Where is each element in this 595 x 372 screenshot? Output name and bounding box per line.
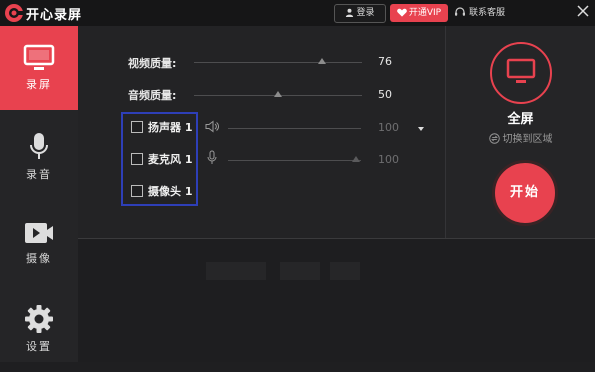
sidebar-item-record-audio[interactable]: 录音	[0, 122, 78, 206]
camera-icon	[25, 223, 53, 243]
sidebar-item-label: 摄像	[26, 252, 52, 265]
audio-quality-thumb[interactable]	[274, 91, 282, 97]
speaker-volume-value: 100	[378, 121, 399, 134]
speaker-dropdown-arrow[interactable]	[418, 127, 424, 131]
monitor-icon	[23, 44, 55, 70]
record-mode-label: 全屏	[507, 112, 534, 127]
speaker-volume-slider[interactable]	[228, 128, 361, 129]
video-quality-value: 76	[378, 55, 392, 68]
vip-label: 开通VIP	[408, 8, 442, 18]
login-label: 登录	[356, 8, 375, 18]
sidebar-item-label: 录音	[26, 168, 52, 181]
sidebar-item-label: 设置	[26, 340, 52, 353]
audio-quality-value: 50	[378, 88, 392, 101]
gear-icon	[25, 305, 53, 333]
list-placeholder	[206, 262, 266, 280]
monitor-icon	[506, 58, 536, 83]
microphone-small-icon	[207, 150, 217, 164]
microphone-volume-slider[interactable]	[228, 160, 361, 161]
video-quality-slider[interactable]	[194, 62, 362, 63]
login-button[interactable]: 登录	[334, 4, 386, 23]
sidebar-item-label: 录屏	[26, 78, 52, 91]
switch-to-region-link[interactable]: 切换到区域	[446, 130, 595, 145]
audio-quality-label: 音频质量:	[128, 89, 177, 102]
user-icon	[346, 8, 354, 17]
headset-icon	[455, 7, 465, 16]
swap-icon	[488, 133, 500, 144]
video-quality-thumb[interactable]	[317, 58, 326, 64]
logo-icon	[5, 4, 24, 22]
list-placeholder	[280, 262, 320, 280]
bottom-divider	[78, 238, 595, 239]
title-bar: 开心录屏 登录 开通VIP 联系客服	[0, 0, 595, 26]
start-button[interactable]: 开始	[492, 160, 558, 226]
app-title: 开心录屏	[26, 8, 83, 23]
sidebar-item-record-screen[interactable]: 录屏	[0, 26, 78, 110]
close-icon[interactable]	[576, 4, 590, 18]
sidebar: 录屏 录音 摄像 设置	[0, 26, 78, 362]
microphone-icon	[30, 133, 48, 159]
vip-button[interactable]: 开通VIP	[390, 4, 448, 22]
recordings-list-area	[78, 238, 595, 362]
switch-label: 切换到区域	[502, 134, 553, 145]
fullscreen-mode-button[interactable]	[490, 42, 552, 104]
video-quality-label: 视频质量:	[128, 57, 177, 70]
microphone-volume-value: 100	[378, 153, 399, 166]
service-label: 联系客服	[469, 8, 506, 18]
microphone-volume-thumb[interactable]	[352, 156, 360, 162]
speaker-icon	[205, 120, 219, 133]
contact-service-link[interactable]: 联系客服	[454, 4, 505, 22]
device-selection-highlight	[121, 112, 198, 206]
heart-icon	[397, 8, 407, 17]
sidebar-item-settings[interactable]: 设置	[0, 288, 78, 372]
sidebar-item-camera[interactable]: 摄像	[0, 206, 78, 290]
list-placeholder	[330, 262, 360, 280]
